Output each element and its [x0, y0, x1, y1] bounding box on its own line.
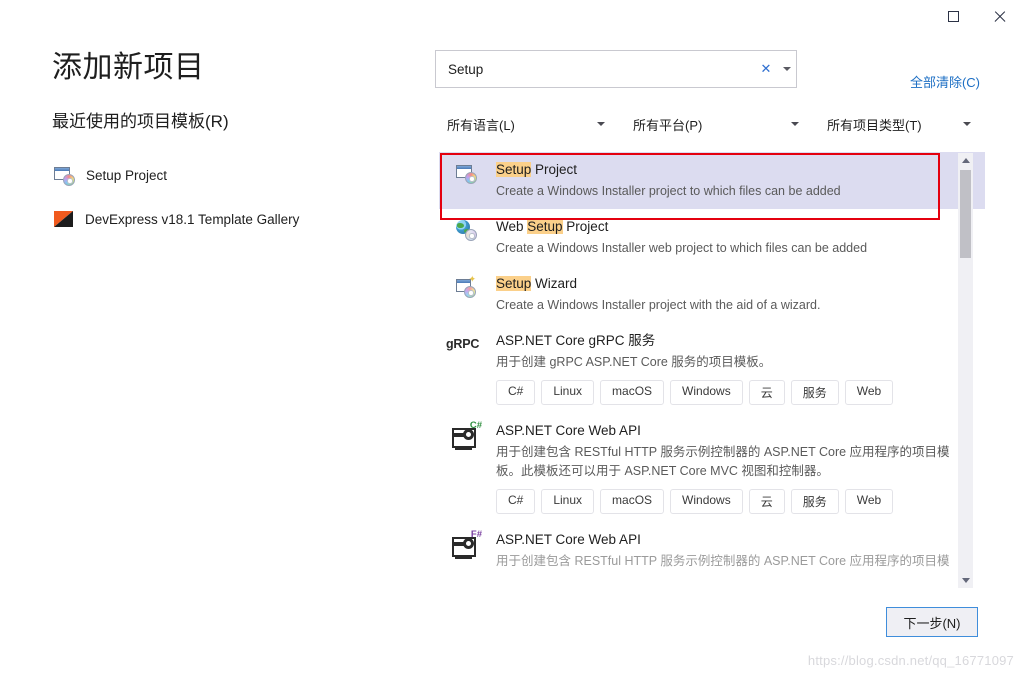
filter-project-type-label: 所有项目类型(T)	[827, 117, 922, 133]
template-tag[interactable]: 云	[748, 489, 785, 514]
next-button[interactable]: 下一步(N)	[886, 607, 978, 637]
filter-project-type[interactable]: 所有项目类型(T)	[815, 110, 979, 138]
template-title: ASP.NET Core Web API	[496, 532, 641, 547]
recent-templates-list: Setup Project DevExpress v18.1 Template …	[52, 160, 412, 248]
chevron-down-icon	[963, 122, 971, 126]
template-text-cell: Setup Wizard Create a Windows Installer p…	[496, 274, 971, 315]
template-list-item[interactable]: Setup Project Create a Windows Installer …	[439, 152, 985, 209]
recent-item-devexpress-gallery[interactable]: DevExpress v18.1 Template Gallery	[52, 204, 412, 234]
template-tag[interactable]: 服务	[790, 489, 839, 514]
template-tag[interactable]: C#	[496, 380, 536, 405]
template-description: Create a Windows Installer project with …	[496, 298, 821, 312]
chevron-down-icon	[791, 122, 799, 126]
chevron-down-icon	[597, 122, 605, 126]
template-list-item[interactable]: C# ASP.NET Core Web API 用于创建包含 RESTful HTT…	[439, 413, 985, 522]
search-input[interactable]	[436, 51, 754, 87]
filter-language[interactable]: 所有语言(L)	[435, 110, 613, 138]
template-tag-list: C# Linux macOS Windows 云服务 Web	[496, 380, 971, 405]
template-description: 用于创建包含 RESTful HTTP 服务示例控制器的 ASP.NET Cor…	[496, 445, 950, 478]
api-fsharp-icon: F#	[452, 530, 482, 559]
template-tag[interactable]: macOS	[600, 489, 665, 514]
template-tag[interactable]: C#	[496, 489, 536, 514]
close-icon	[993, 10, 1006, 23]
filter-language-label: 所有语言(L)	[447, 117, 515, 133]
scroll-up-button[interactable]	[958, 153, 973, 168]
filter-platform[interactable]: 所有平台(P)	[621, 110, 807, 138]
setup-project-icon	[456, 163, 477, 184]
add-new-project-dialog: 添加新项目 最近使用的项目模板(R) Setup Project DevExpr…	[0, 0, 1026, 680]
recent-templates-label: 最近使用的项目模板(R)	[52, 112, 229, 131]
scroll-down-arrow-icon	[961, 578, 970, 583]
api-csharp-icon: C#	[452, 421, 482, 450]
grpc-icon: gRPC	[446, 337, 480, 351]
maximize-icon	[947, 10, 959, 22]
page-title: 添加新项目	[52, 51, 205, 84]
template-description: 用于创建 gRPC ASP.NET Core 服务的项目模板。	[496, 355, 772, 369]
template-icon-cell: gRPC	[446, 331, 483, 405]
template-description: Create a Windows Installer project to wh…	[496, 184, 841, 198]
template-icon-cell	[449, 217, 483, 258]
template-title: Setup Project	[496, 162, 578, 177]
right-panel: ✕ 全部清除(C) 所有语言(L) 所有平台(P) 所有项目类型(T) Setu…	[430, 32, 1026, 680]
template-list-item[interactable]: gRPC ASP.NET Core gRPC 服务用于创建 gRPC ASP.NE…	[439, 323, 985, 413]
scroll-down-button[interactable]	[958, 573, 973, 588]
setup-project-icon	[54, 165, 75, 186]
template-text-cell: Web Setup Project Create a Windows Instal…	[496, 217, 971, 258]
template-list[interactable]: Setup Project Create a Windows Installer …	[439, 152, 985, 620]
chevron-down-icon	[783, 67, 791, 71]
template-tag[interactable]: Windows	[670, 489, 743, 514]
template-title: Web Setup Project	[496, 219, 609, 234]
template-list-item[interactable]: F# ASP.NET Core Web API 用于创建包含 RESTful HTT…	[439, 522, 985, 579]
template-tag[interactable]: macOS	[600, 380, 665, 405]
template-tag[interactable]: 云	[748, 380, 785, 405]
clear-all-link[interactable]: 全部清除(C)	[910, 72, 980, 91]
template-title: Setup Wizard	[496, 276, 578, 291]
search-match-highlight: Setup	[527, 219, 563, 234]
template-tag-list: C# Linux macOS Windows 云服务 Web	[496, 489, 971, 514]
template-tag[interactable]: Web	[844, 489, 894, 514]
template-list-item[interactable]: ✦ Setup Wizard Create a Windows Installer …	[439, 266, 985, 323]
template-description: Create a Windows Installer web project t…	[496, 241, 868, 255]
template-tag[interactable]: Web	[844, 380, 894, 405]
template-icon-cell	[449, 160, 483, 201]
template-text-cell: ASP.NET Core gRPC 服务用于创建 gRPC ASP.NET Co…	[496, 331, 971, 405]
scrollbar-thumb[interactable]	[960, 170, 971, 258]
web-setup-project-icon	[456, 220, 477, 241]
search-history-dropdown-button[interactable]	[778, 51, 796, 87]
recent-item-label: Setup Project	[86, 167, 168, 183]
template-icon-cell: F#	[449, 530, 483, 571]
filter-bar: 所有语言(L) 所有平台(P) 所有项目类型(T)	[435, 110, 979, 138]
left-panel: 添加新项目 最近使用的项目模板(R) Setup Project DevExpr…	[0, 32, 430, 680]
template-tag[interactable]: Linux	[541, 489, 595, 514]
template-text-cell: Setup Project Create a Windows Installer …	[496, 160, 971, 201]
template-title: ASP.NET Core gRPC 服务	[496, 333, 656, 348]
template-icon-cell: C#	[449, 421, 483, 514]
template-text-cell: ASP.NET Core Web API 用于创建包含 RESTful HTTP …	[496, 530, 971, 571]
setup-wizard-icon: ✦	[456, 275, 476, 298]
template-icon-cell: ✦	[449, 274, 483, 315]
search-box[interactable]: ✕	[435, 50, 797, 88]
template-tag[interactable]: Linux	[541, 380, 595, 405]
watermark: https://blog.csdn.net/qq_16771097	[807, 653, 1014, 668]
recent-item-setup-project[interactable]: Setup Project	[52, 160, 412, 190]
devexpress-logo-icon	[54, 211, 73, 227]
search-match-highlight: Setup	[496, 162, 532, 177]
clear-search-icon[interactable]: ✕	[754, 51, 778, 87]
template-tag[interactable]: Windows	[670, 380, 743, 405]
template-text-cell: ASP.NET Core Web API 用于创建包含 RESTful HTTP …	[496, 421, 971, 514]
search-match-highlight: Setup	[496, 276, 532, 291]
template-description: 用于创建包含 RESTful HTTP 服务示例控制器的 ASP.NET Cor…	[496, 554, 950, 568]
filter-platform-label: 所有平台(P)	[633, 117, 703, 133]
maximize-button[interactable]	[930, 0, 976, 32]
scroll-up-arrow-icon	[961, 158, 970, 163]
template-list-scrollbar[interactable]	[958, 153, 973, 588]
title-bar	[0, 0, 1026, 32]
close-button[interactable]	[976, 0, 1022, 32]
template-tag[interactable]: 服务	[790, 380, 839, 405]
recent-item-label: DevExpress v18.1 Template Gallery	[85, 211, 300, 227]
template-title: ASP.NET Core Web API	[496, 423, 641, 438]
template-list-item[interactable]: Web Setup Project Create a Windows Instal…	[439, 209, 985, 266]
